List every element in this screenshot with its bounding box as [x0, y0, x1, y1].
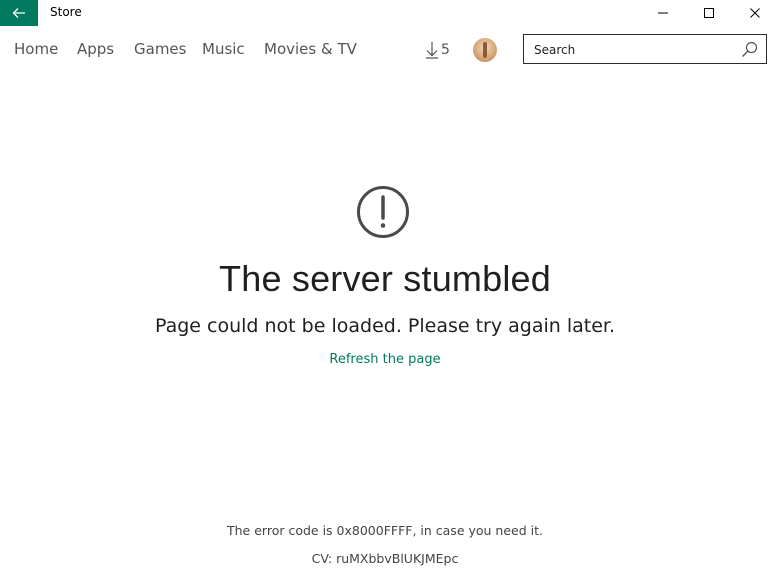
refresh-link[interactable]: Refresh the page: [329, 352, 440, 367]
maximize-icon: [704, 8, 714, 18]
maximize-button[interactable]: [686, 0, 732, 26]
app-title: Store: [50, 5, 82, 19]
error-code-text: The error code is 0x8000FFFF, in case yo…: [227, 523, 543, 538]
search-icon[interactable]: [741, 41, 758, 58]
back-arrow-icon: [12, 8, 25, 18]
nav-item-movies-tv[interactable]: Movies & TV: [264, 40, 357, 58]
minimize-button[interactable]: [640, 0, 686, 26]
close-icon: [750, 8, 760, 18]
minimize-icon: [658, 12, 668, 14]
search-input[interactable]: [532, 40, 736, 60]
error-heading: The server stumbled: [219, 258, 551, 299]
downloads-count: 5: [441, 42, 450, 58]
downloads-button[interactable]: 5: [425, 41, 450, 59]
nav-item-home[interactable]: Home: [14, 40, 58, 58]
error-message: Page could not be loaded. Please try aga…: [154, 315, 616, 337]
close-button[interactable]: [732, 0, 770, 26]
nav-item-games[interactable]: Games: [134, 40, 186, 58]
back-button[interactable]: [0, 0, 38, 26]
search-box[interactable]: [523, 34, 767, 64]
cv-text: CV: ruMXbbvBlUKJMEpc: [311, 551, 459, 566]
nav-item-apps[interactable]: Apps: [77, 40, 114, 58]
exclamation-circle-icon: [357, 186, 409, 238]
user-avatar[interactable]: [473, 38, 497, 62]
nav-item-music[interactable]: Music: [202, 40, 245, 58]
download-arrow-icon: [426, 42, 438, 59]
title-bar: Store: [0, 0, 770, 26]
